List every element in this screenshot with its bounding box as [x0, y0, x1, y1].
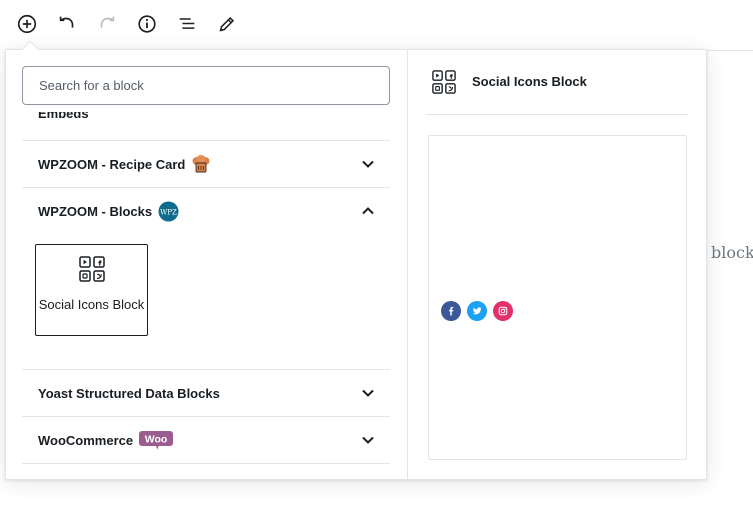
chevron-down-icon — [362, 389, 374, 397]
undo-icon — [59, 16, 74, 28]
category-embeds-label: Embeds — [38, 112, 89, 121]
instagram-icon — [493, 301, 513, 321]
info-icon — [138, 15, 156, 33]
category-toggle-wpzoom-blocks[interactable]: WPZOOM - Blocks WPZ — [22, 188, 390, 234]
chevron-up-icon — [362, 207, 374, 215]
social-icons-block-icon — [432, 70, 456, 94]
toolbar-divider — [706, 50, 753, 51]
info-button[interactable] — [134, 11, 160, 37]
add-block-button[interactable] — [14, 11, 40, 37]
block-item-label: Social Icons Block — [38, 297, 145, 312]
category-toggle-woocommerce[interactable]: WooCommerce Woo — [22, 417, 390, 463]
social-icons-row — [441, 301, 519, 321]
category-yoast: Yoast Structured Data Blocks — [22, 369, 390, 416]
svg-text:WPZ: WPZ — [160, 208, 177, 216]
preview-title: Social Icons Block — [472, 74, 587, 89]
social-icons-block-icon — [79, 256, 105, 282]
chef-hat-icon — [191, 154, 211, 174]
category-wpzoom-recipe-card: WPZOOM - Recipe Card — [22, 140, 390, 187]
preview-header: Social Icons Block — [426, 68, 688, 115]
chevron-down-icon — [362, 160, 374, 168]
edit-icon — [219, 16, 235, 32]
category-toggle-yoast[interactable]: Yoast Structured Data Blocks — [22, 370, 390, 416]
category-toggle-recipe-card[interactable]: WPZOOM - Recipe Card — [22, 141, 390, 187]
undo-button[interactable] — [54, 11, 80, 37]
block-preview-pane: Social Icons Block — [407, 50, 706, 479]
social-icons-block-item[interactable]: Social Icons Block — [35, 244, 148, 336]
category-woocommerce: WooCommerce Woo — [22, 416, 390, 463]
background-editor-text: block — [711, 243, 753, 262]
category-label: WooCommerce — [38, 432, 134, 448]
woo-logo-icon: Woo — [139, 430, 174, 450]
list-view-icon — [179, 18, 195, 29]
search-wrapper — [22, 66, 390, 105]
svg-text:Woo: Woo — [145, 434, 168, 446]
block-search-input[interactable] — [22, 66, 390, 105]
editor-toolbar — [0, 0, 753, 48]
preview-content-box — [428, 135, 687, 460]
category-label: WPZOOM - Blocks — [38, 203, 153, 219]
category-wpzoom-blocks: WPZOOM - Blocks WPZ Social Icons Block — [22, 187, 390, 369]
edit-button[interactable] — [214, 11, 240, 37]
category-label: WPZOOM - Recipe Card — [38, 156, 186, 172]
redo-icon — [100, 16, 115, 28]
wpz-badge-icon: WPZ — [158, 201, 179, 222]
chevron-down-icon — [362, 436, 374, 444]
inserter-block-list[interactable]: Embeds WPZOOM - Recipe Card WPZOOM - Blo… — [6, 50, 407, 479]
add-block-icon — [17, 14, 37, 34]
redo-button[interactable] — [94, 11, 120, 37]
facebook-icon — [441, 301, 461, 321]
block-inserter-popover: Embeds WPZOOM - Recipe Card WPZOOM - Blo… — [5, 40, 707, 480]
category-list-end — [22, 463, 390, 464]
category-label: Yoast Structured Data Blocks — [38, 385, 220, 401]
category-list: Embeds WPZOOM - Recipe Card WPZOOM - Blo… — [22, 112, 390, 464]
twitter-icon — [467, 301, 487, 321]
list-view-button[interactable] — [174, 11, 200, 37]
category-embeds-partial[interactable]: Embeds — [22, 112, 390, 140]
category-blocks-grid: Social Icons Block — [22, 234, 390, 369]
